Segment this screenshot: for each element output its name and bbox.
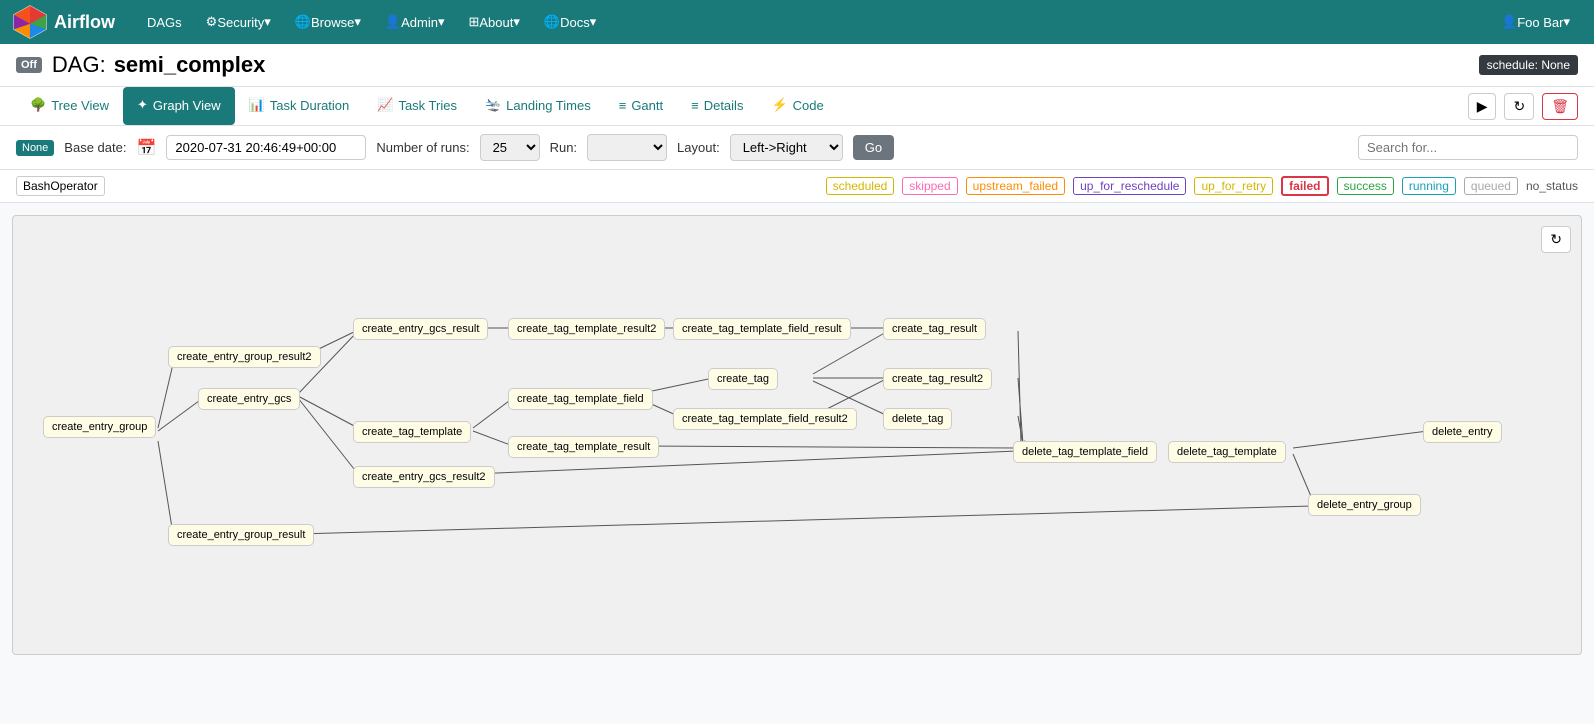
task-duration-icon: 📊 (249, 97, 265, 113)
brand-logo[interactable]: Airflow (12, 4, 115, 40)
about-grid-icon: ⊞ (468, 14, 479, 30)
user-icon: 👤 (1501, 14, 1517, 30)
legend-scheduled: scheduled (826, 177, 895, 195)
nav-dags[interactable]: DAGs (135, 0, 194, 44)
docs-chevron-icon: ▾ (590, 14, 597, 30)
legend-bar: BashOperator scheduled skipped upstream_… (0, 170, 1594, 203)
legend-success: success (1337, 177, 1394, 195)
browse-chevron-icon: ▾ (354, 14, 361, 30)
tabs-bar: 🌳 Tree View ✦ Graph View 📊 Task Duration… (0, 87, 1594, 126)
number-of-runs-label: Number of runs: (376, 140, 469, 155)
number-of-runs-select[interactable]: 25 50 100 (480, 134, 540, 161)
tab-details[interactable]: ≡ Details (677, 88, 757, 125)
schedule-badge: schedule: None (1479, 55, 1578, 75)
play-button[interactable]: ▶ (1468, 93, 1497, 120)
dag-node-create_entry_gcs_result[interactable]: create_entry_gcs_result (353, 318, 488, 340)
nav-about[interactable]: ⊞ About ▾ (456, 0, 531, 44)
security-icon: ⚙ (206, 14, 218, 30)
layout-select[interactable]: Left->Right Top->Bottom (730, 134, 843, 161)
tab-gantt[interactable]: ≡ Gantt (605, 88, 677, 125)
dag-node-create_entry_gcs[interactable]: create_entry_gcs (198, 388, 300, 410)
tab-task-tries[interactable]: 📈 Task Tries (363, 87, 471, 125)
legend-failed: failed (1281, 176, 1328, 196)
dag-node-create_entry_gcs_result2[interactable]: create_entry_gcs_result2 (353, 466, 495, 488)
landing-icon: 🛬 (485, 97, 501, 113)
nav-browse[interactable]: 🌐 Browse ▾ (283, 0, 373, 44)
dag-node-create_tag_template[interactable]: create_tag_template (353, 421, 471, 443)
legend-up-for-retry: up_for_retry (1194, 177, 1273, 195)
dag-node-create_tag_template_result[interactable]: create_tag_template_result (508, 436, 659, 458)
nav-docs[interactable]: 🌐 Docs ▾ (532, 0, 608, 44)
code-icon: ⚡ (771, 97, 787, 113)
dag-node-create_tag_template_field_result[interactable]: create_tag_template_field_result (673, 318, 851, 340)
dag-node-create_tag_result[interactable]: create_tag_result (883, 318, 986, 340)
search-area (1358, 135, 1578, 160)
dag-node-create_tag_template_field_result2[interactable]: create_tag_template_field_result2 (673, 408, 857, 430)
graph-icon: ✦ (137, 97, 148, 113)
none-badge: None (16, 140, 54, 156)
search-input[interactable] (1358, 135, 1578, 160)
user-menu[interactable]: 👤 Foo Bar ▾ (1489, 0, 1582, 44)
details-icon: ≡ (691, 98, 699, 113)
airflow-logo-icon (12, 4, 48, 40)
about-chevron-icon: ▾ (513, 14, 520, 30)
security-chevron-icon: ▾ (264, 14, 271, 30)
nav-security[interactable]: ⚙ Security ▾ (194, 0, 283, 44)
dag-node-delete_tag_template[interactable]: delete_tag_template (1168, 441, 1286, 463)
dag-node-create_entry_group_result[interactable]: create_entry_group_result (168, 524, 314, 546)
tree-icon: 🌳 (30, 97, 46, 113)
gantt-icon: ≡ (619, 98, 627, 113)
admin-icon: 👤 (385, 14, 401, 30)
dag-node-delete_entry_group[interactable]: delete_entry_group (1308, 494, 1421, 516)
dag-node-delete_tag[interactable]: delete_tag (883, 408, 952, 430)
controls-bar: None Base date: 📅 Number of runs: 25 50 … (0, 126, 1594, 170)
dag-toggle-badge[interactable]: Off (16, 57, 42, 73)
legend-running: running (1402, 177, 1456, 195)
refresh-button[interactable]: ↻ (1504, 93, 1534, 120)
tab-graph-view[interactable]: ✦ Graph View (123, 87, 235, 125)
user-chevron-icon: ▾ (1563, 14, 1570, 30)
legend-skipped: skipped (902, 177, 957, 195)
legend-up-for-reschedule: up_for_reschedule (1073, 177, 1186, 195)
run-label: Run: (550, 140, 577, 155)
docs-icon: 🌐 (544, 14, 560, 30)
tab-code[interactable]: ⚡ Code (757, 87, 837, 125)
operator-badge[interactable]: BashOperator (16, 176, 105, 196)
legend-upstream-failed: upstream_failed (966, 177, 1065, 195)
dag-node-create_tag_template_result2[interactable]: create_tag_template_result2 (508, 318, 665, 340)
dag-node-create_tag_template_field[interactable]: create_tag_template_field (508, 388, 653, 410)
tab-actions: ▶ ↻ 🗑 (1468, 93, 1578, 120)
browse-icon: 🌐 (295, 14, 311, 30)
legend-no-status: no_status (1526, 179, 1578, 193)
dag-node-create_entry_group_result2[interactable]: create_entry_group_result2 (168, 346, 321, 368)
tab-landing-times[interactable]: 🛬 Landing Times (471, 87, 605, 125)
admin-chevron-icon: ▾ (438, 14, 445, 30)
go-button[interactable]: Go (853, 135, 894, 160)
task-tries-icon: 📈 (377, 97, 393, 113)
brand-text: Airflow (54, 12, 115, 33)
graph-area: ↻ (12, 215, 1582, 655)
dag-node-create_entry_group[interactable]: create_entry_group (43, 416, 156, 438)
calendar-icon[interactable]: 📅 (136, 138, 156, 158)
nav-user-section: 👤 Foo Bar ▾ (1489, 0, 1582, 44)
layout-label: Layout: (677, 140, 720, 155)
base-date-label: Base date: (64, 140, 126, 155)
base-date-input[interactable] (166, 135, 366, 160)
navbar: Airflow DAGs ⚙ Security ▾ 🌐 Browse ▾ 👤 A… (0, 0, 1594, 44)
run-select[interactable] (587, 134, 667, 161)
dag-node-create_tag[interactable]: create_tag (708, 368, 778, 390)
nav-admin[interactable]: 👤 Admin ▾ (373, 0, 457, 44)
legend-queued: queued (1464, 177, 1518, 195)
dag-node-delete_tag_template_field[interactable]: delete_tag_template_field (1013, 441, 1157, 463)
dag-arrows (13, 216, 1581, 654)
delete-button[interactable]: 🗑 (1542, 93, 1578, 120)
dag-node-delete_entry[interactable]: delete_entry (1423, 421, 1502, 443)
graph-refresh-button[interactable]: ↻ (1541, 226, 1571, 253)
dag-title: DAG: semi_complex (52, 52, 265, 78)
tab-task-duration[interactable]: 📊 Task Duration (235, 87, 364, 125)
legend-items: scheduled skipped upstream_failed up_for… (826, 176, 1578, 196)
page-header: Off DAG: semi_complex schedule: None (0, 44, 1594, 87)
dag-node-create_tag_result2[interactable]: create_tag_result2 (883, 368, 992, 390)
tab-tree-view[interactable]: 🌳 Tree View (16, 87, 123, 125)
